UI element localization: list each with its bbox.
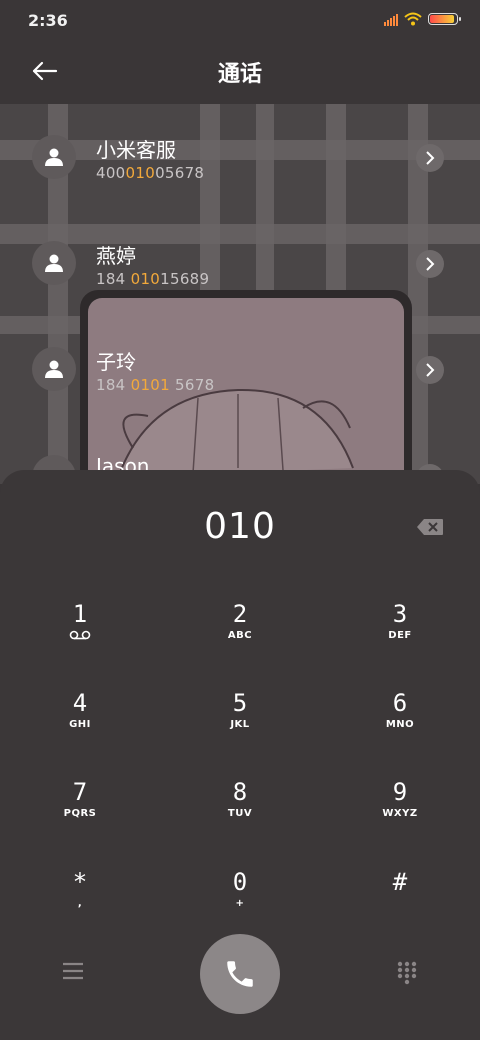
contact-detail-button[interactable] bbox=[416, 144, 444, 172]
person-icon bbox=[45, 148, 63, 166]
avatar bbox=[32, 241, 76, 285]
person-icon bbox=[45, 254, 63, 272]
key-star[interactable]: * , bbox=[20, 868, 140, 938]
avatar bbox=[32, 135, 76, 179]
dialer-bottom-bar bbox=[0, 934, 480, 1034]
contact-row[interactable]: 小米客服 40001005678 bbox=[0, 104, 480, 194]
phone-icon bbox=[227, 961, 253, 987]
status-bar: 2:36 bbox=[0, 0, 480, 40]
key-4[interactable]: 4 GHI bbox=[20, 689, 140, 759]
key-5[interactable]: 5 JKL bbox=[180, 689, 300, 759]
contact-name: 燕婷 bbox=[96, 244, 136, 268]
page-title: 通话 bbox=[217, 62, 262, 87]
dialed-number: 010 bbox=[204, 506, 276, 547]
contact-row[interactable]: 燕婷 184 01015689 bbox=[0, 210, 480, 300]
contact-name: 子玲 bbox=[96, 350, 136, 374]
contact-number: 184 0101 5678 bbox=[96, 376, 215, 394]
contact-number: 40001005678 bbox=[96, 164, 205, 182]
wifi-icon bbox=[404, 12, 422, 26]
chevron-right-icon bbox=[426, 363, 435, 377]
header: 通话 bbox=[0, 40, 480, 104]
key-0[interactable]: 0 + bbox=[180, 868, 300, 938]
chevron-right-icon bbox=[426, 151, 435, 165]
contact-detail-button[interactable] bbox=[416, 250, 444, 278]
contact-row[interactable]: 子玲 184 0101 5678 bbox=[0, 316, 480, 406]
dialer-panel: 010 1 2 ABC 3 DEF 4 GHI 5 JKL 6 MNO 7 PQ… bbox=[0, 470, 480, 1040]
status-icons bbox=[384, 12, 461, 26]
key-hash[interactable]: # bbox=[340, 868, 460, 938]
keypad-icon[interactable] bbox=[396, 960, 418, 986]
key-9[interactable]: 9 WXYZ bbox=[340, 778, 460, 848]
contact-name: 小米客服 bbox=[96, 138, 176, 162]
key-7[interactable]: 7 PQRS bbox=[20, 778, 140, 848]
person-icon bbox=[45, 360, 63, 378]
call-button[interactable] bbox=[200, 934, 280, 1014]
backspace-icon[interactable] bbox=[416, 518, 444, 536]
key-8[interactable]: 8 TUV bbox=[180, 778, 300, 848]
chevron-right-icon bbox=[426, 257, 435, 271]
contact-detail-button[interactable] bbox=[416, 356, 444, 384]
battery-icon bbox=[428, 13, 461, 25]
status-time: 2:36 bbox=[28, 11, 68, 30]
signal-icon bbox=[384, 13, 398, 26]
menu-icon[interactable] bbox=[62, 962, 84, 980]
key-3[interactable]: 3 DEF bbox=[340, 600, 460, 670]
voicemail-icon bbox=[69, 630, 91, 640]
key-1[interactable]: 1 bbox=[20, 600, 140, 670]
key-6[interactable]: 6 MNO bbox=[340, 689, 460, 759]
contact-number: 184 01015689 bbox=[96, 270, 210, 288]
key-2[interactable]: 2 ABC bbox=[180, 600, 300, 670]
avatar bbox=[32, 347, 76, 391]
